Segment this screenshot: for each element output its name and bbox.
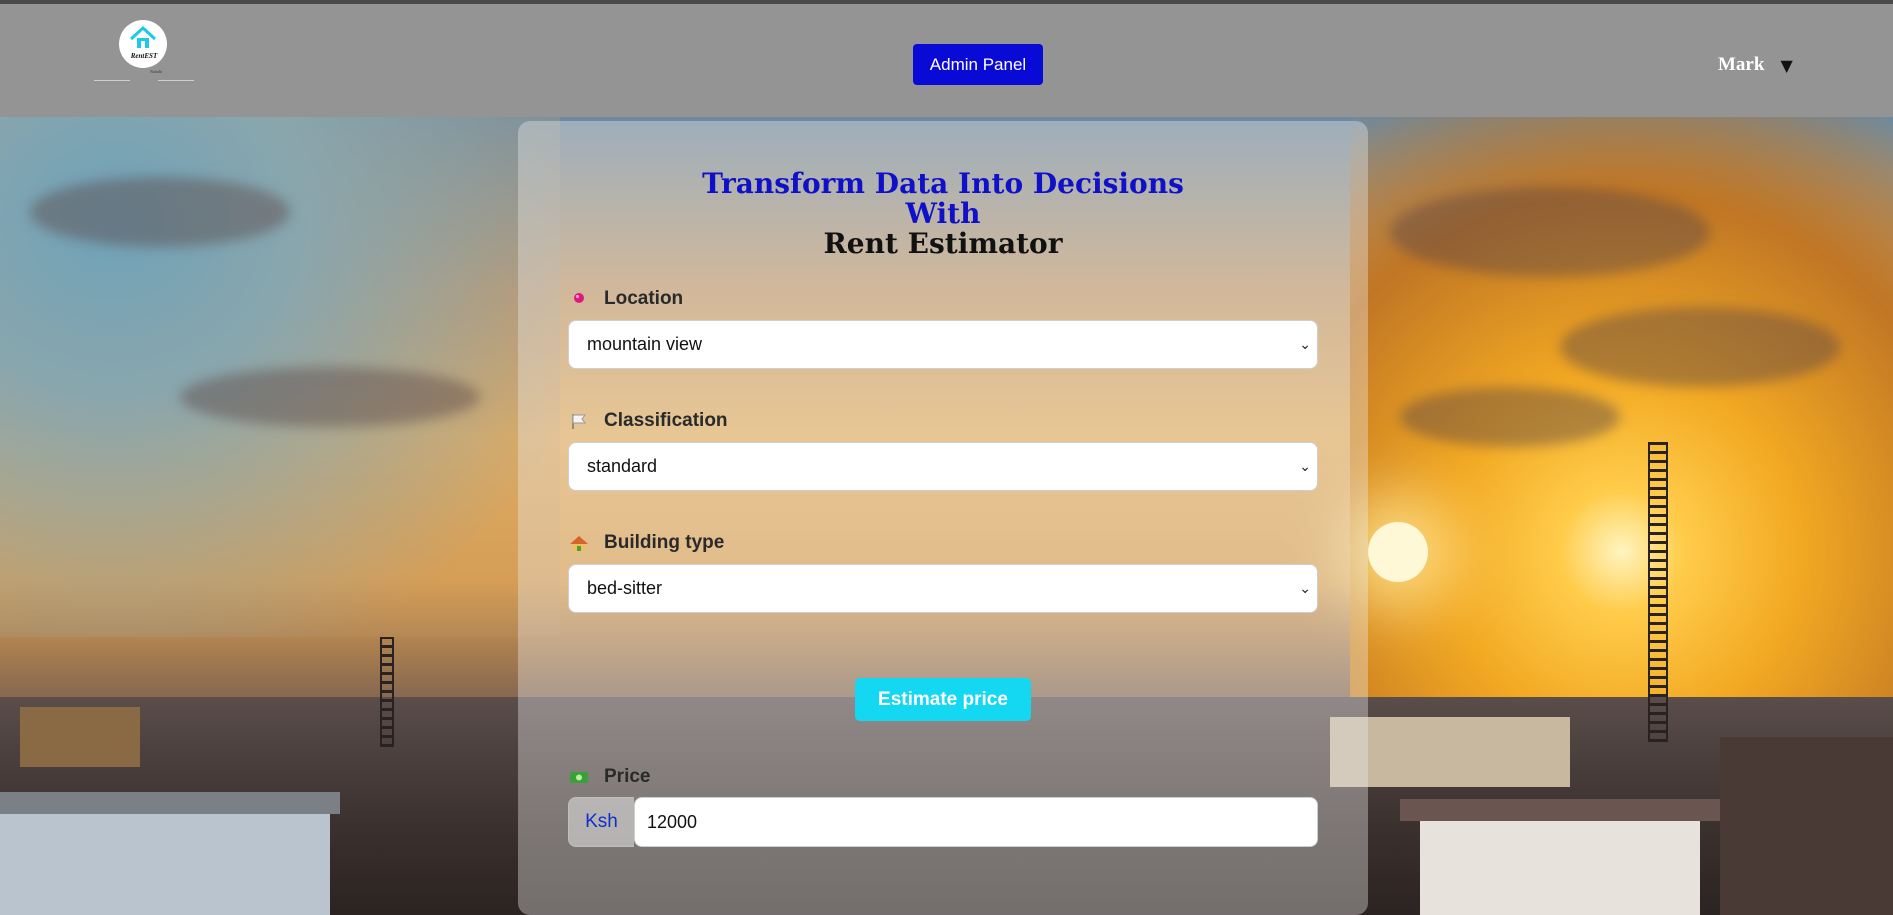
chevron-down-icon: ⌄ bbox=[1299, 336, 1311, 353]
page-title: Transform Data Into Decisions With Rent … bbox=[518, 169, 1368, 259]
logo-line-left bbox=[94, 80, 130, 81]
building-type-field: Building type bed-sitter ⌄ bbox=[568, 530, 1318, 613]
radio-tower bbox=[380, 637, 394, 747]
cloud bbox=[1390, 187, 1710, 277]
chevron-down-icon: ⌄ bbox=[1299, 458, 1311, 475]
headline-line-1: Transform Data Into Decisions bbox=[702, 167, 1184, 200]
location-field: Location mountain view ⌄ bbox=[568, 286, 1318, 369]
building-type-value: bed-sitter bbox=[587, 578, 663, 598]
building bbox=[1720, 737, 1893, 915]
classification-field: Classification standard ⌄ bbox=[568, 408, 1318, 491]
classification-select[interactable]: standard ⌄ bbox=[568, 442, 1318, 491]
price-label: Price bbox=[604, 766, 651, 787]
cloud bbox=[1560, 307, 1840, 387]
logo-text: RentEST bbox=[130, 52, 158, 60]
estimator-card: Transform Data Into Decisions With Rent … bbox=[518, 121, 1368, 915]
price-input[interactable]: 12000 bbox=[634, 797, 1318, 847]
radio-tower bbox=[1648, 442, 1668, 742]
building-type-select[interactable]: bed-sitter ⌄ bbox=[568, 564, 1318, 613]
user-name: Mark bbox=[1718, 54, 1765, 75]
currency-prefix: Ksh bbox=[568, 797, 634, 847]
logo[interactable]: RentEST Nairobi bbox=[94, 20, 198, 86]
logo-subtext: Nairobi bbox=[150, 69, 163, 74]
navbar: RentEST Nairobi Admin Panel Mark ▼ bbox=[0, 4, 1893, 117]
sun bbox=[1368, 522, 1428, 582]
price-field: Price bbox=[568, 764, 1318, 790]
money-icon bbox=[568, 766, 590, 788]
cloud bbox=[180, 367, 480, 427]
house-logo-icon bbox=[129, 25, 157, 48]
price-output: Ksh 12000 bbox=[568, 797, 1318, 847]
flag-icon bbox=[568, 410, 590, 432]
cloud bbox=[1400, 387, 1620, 447]
classification-label: Classification bbox=[604, 410, 728, 431]
location-label: Location bbox=[604, 288, 684, 309]
classification-value: standard bbox=[587, 456, 658, 476]
location-value: mountain view bbox=[587, 334, 703, 354]
chevron-down-icon: ⌄ bbox=[1299, 580, 1311, 597]
building-roof bbox=[0, 792, 340, 814]
location-pin-icon bbox=[568, 288, 590, 310]
location-select[interactable]: mountain view ⌄ bbox=[568, 320, 1318, 369]
building bbox=[20, 707, 140, 767]
building bbox=[0, 807, 330, 915]
headline-line-3: Rent Estimator bbox=[823, 227, 1063, 260]
logo-line-right bbox=[158, 80, 194, 81]
cloud bbox=[30, 177, 290, 247]
building-type-label: Building type bbox=[604, 532, 725, 553]
house-icon bbox=[568, 532, 590, 554]
admin-panel-button[interactable]: Admin Panel bbox=[913, 44, 1043, 85]
estimate-price-button[interactable]: Estimate price bbox=[855, 678, 1031, 721]
building bbox=[1420, 817, 1700, 915]
dropdown-caret-icon: ▼ bbox=[1780, 55, 1793, 75]
user-menu[interactable]: Mark ▼ bbox=[1718, 50, 1793, 80]
headline-line-2: With bbox=[905, 197, 981, 230]
building-roof bbox=[1400, 799, 1720, 821]
logo-badge bbox=[119, 20, 167, 68]
